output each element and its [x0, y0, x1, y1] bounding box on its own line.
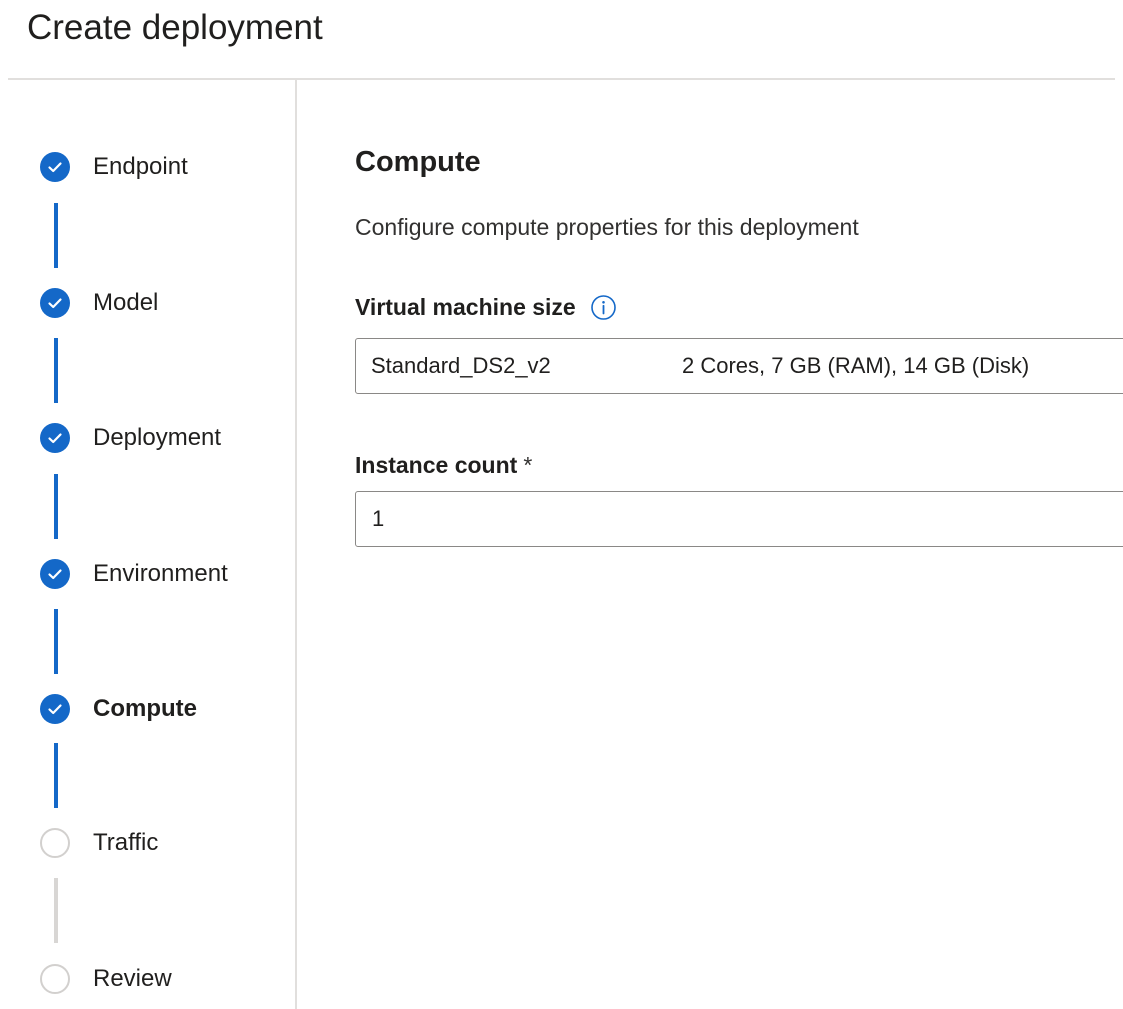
step-deployment[interactable]: Deployment [40, 421, 221, 455]
check-icon [40, 694, 70, 724]
vm-size-label-text: Virtual machine size [355, 294, 576, 320]
info-icon[interactable] [590, 294, 617, 321]
check-icon [40, 423, 70, 453]
instance-count-input[interactable]: 1 [355, 491, 1123, 547]
step-connector [54, 743, 58, 808]
step-review[interactable]: Review [40, 962, 172, 996]
check-icon [40, 288, 70, 318]
check-icon [40, 559, 70, 589]
vm-size-dropdown[interactable]: Standard_DS2_v2 2 Cores, 7 GB (RAM), 14 … [355, 338, 1123, 394]
step-model[interactable]: Model [40, 286, 158, 320]
step-connector [54, 474, 58, 539]
step-label: Endpoint [93, 153, 188, 180]
instance-count-label-text: Instance count [355, 452, 518, 478]
check-icon [40, 152, 70, 182]
title-divider [8, 78, 1115, 80]
step-endpoint[interactable]: Endpoint [40, 150, 188, 184]
required-marker: * [523, 452, 533, 478]
vm-size-specs: 2 Cores, 7 GB (RAM), 14 GB (Disk) [682, 353, 1030, 378]
step-connector [54, 878, 58, 943]
page-title: Create deployment [27, 8, 323, 47]
step-connector [54, 609, 58, 674]
step-connector [54, 338, 58, 403]
stepper-divider [295, 80, 297, 1009]
step-compute[interactable]: Compute [40, 692, 197, 726]
vm-size-label: Virtual machine size [355, 294, 617, 321]
step-environment[interactable]: Environment [40, 557, 228, 591]
step-label: Review [93, 965, 172, 992]
step-connector [54, 203, 58, 268]
step-label: Compute [93, 695, 197, 722]
empty-circle-icon [40, 964, 70, 994]
step-label: Deployment [93, 424, 222, 451]
vm-size-name: Standard_DS2_v2 [371, 353, 551, 378]
section-title: Compute [355, 146, 481, 178]
instance-count-label: Instance count * [355, 452, 532, 479]
step-label: Environment [93, 560, 228, 587]
empty-circle-icon [40, 828, 70, 858]
step-label: Traffic [93, 829, 159, 856]
step-traffic[interactable]: Traffic [40, 826, 158, 860]
instance-count-value: 1 [372, 506, 385, 531]
step-label: Model [93, 289, 159, 316]
section-description: Configure compute properties for this de… [355, 214, 859, 240]
